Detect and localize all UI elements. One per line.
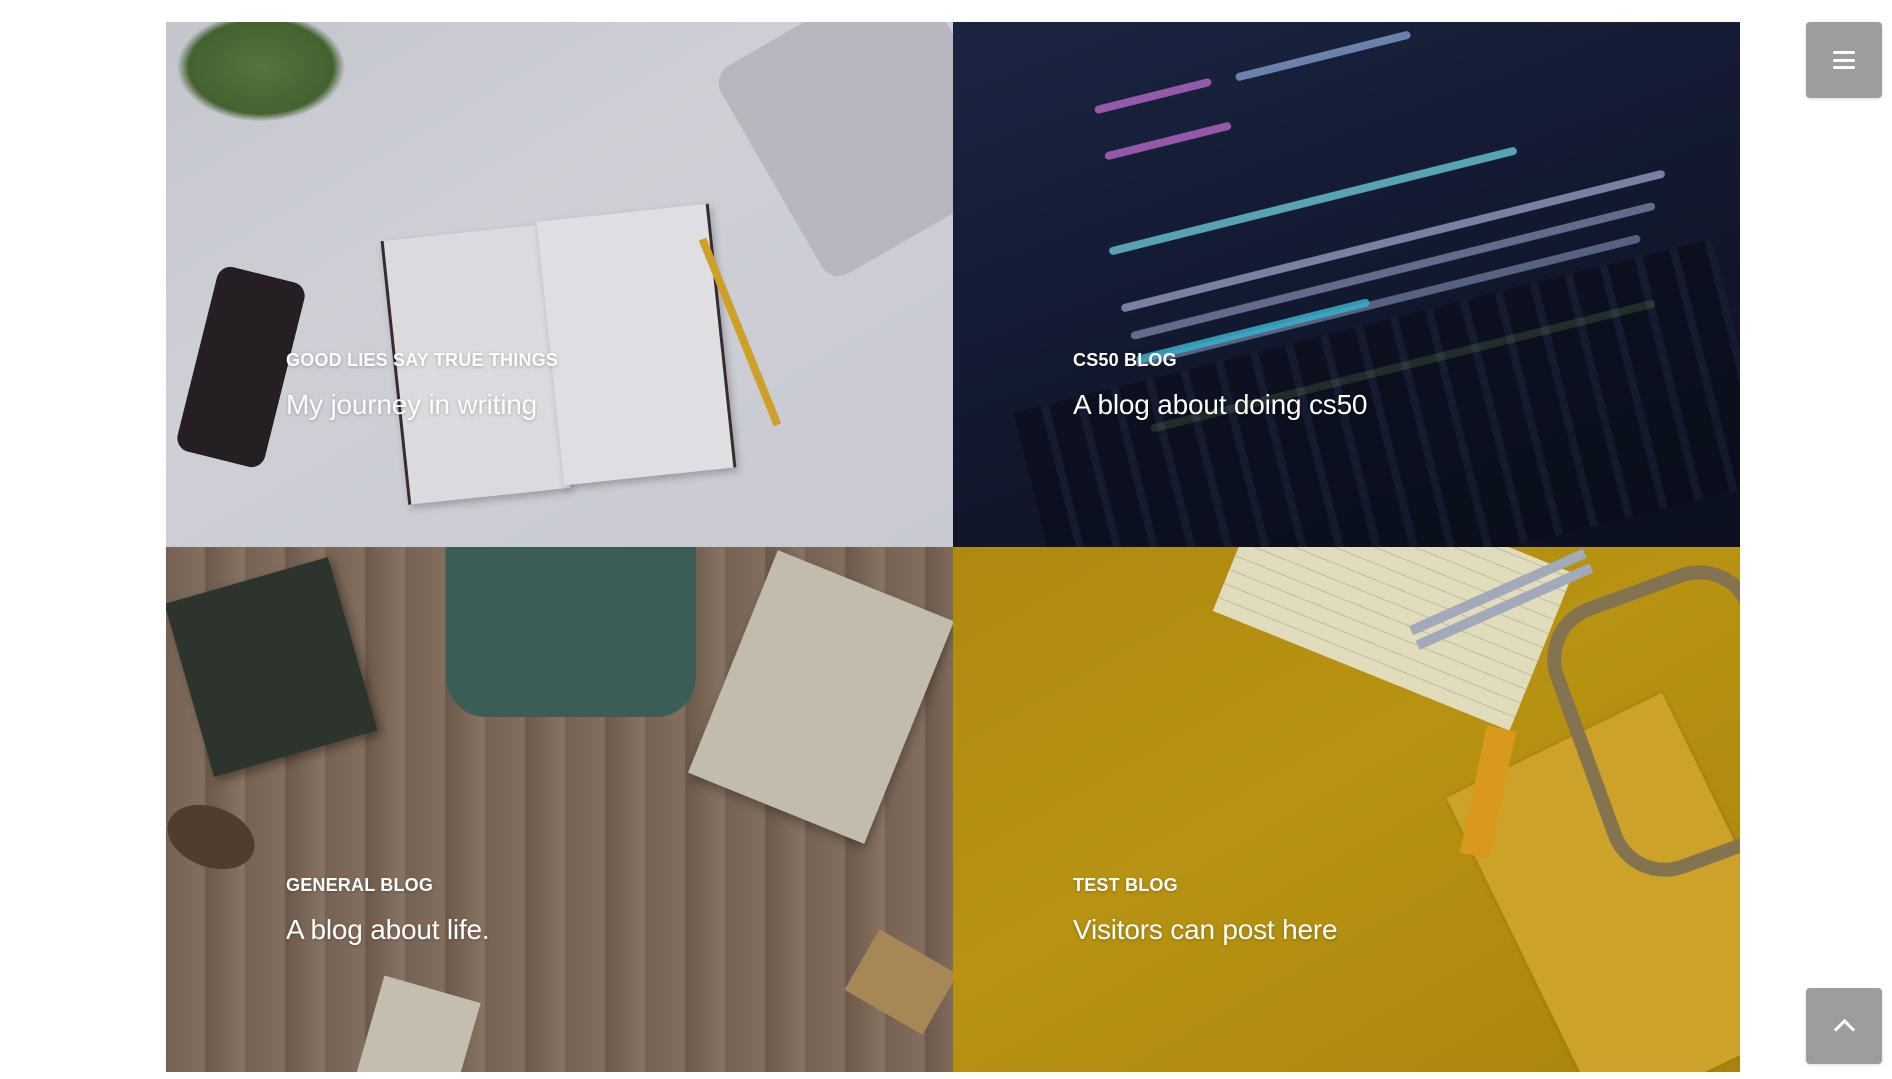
blog-title[interactable]: TEST BLOG xyxy=(1073,875,1700,896)
blog-title[interactable]: GENERAL BLOG xyxy=(286,875,913,896)
blog-subtitle: Visitors can post here xyxy=(1073,914,1338,945)
blog-card-text: GOOD LIES SAY TRUE THINGS My journey in … xyxy=(286,350,913,421)
blog-subtitle: A blog about doing cs50 xyxy=(1073,389,1368,420)
back-to-top-button[interactable] xyxy=(1806,988,1882,1064)
blog-listing-page: GOOD LIES SAY TRUE THINGS My journey in … xyxy=(0,0,1892,1079)
blog-card-test[interactable]: TEST BLOG Visitors can post here xyxy=(953,547,1740,1072)
blog-card-good-lies[interactable]: GOOD LIES SAY TRUE THINGS My journey in … xyxy=(166,22,953,547)
menu-button[interactable] xyxy=(1806,22,1882,98)
blog-card-text: CS50 BLOG A blog about doing cs50 xyxy=(1073,350,1700,421)
image-overlay xyxy=(953,547,1740,1072)
blog-card-text: GENERAL BLOG A blog about life. xyxy=(286,875,913,946)
hamburger-menu-icon xyxy=(1833,51,1855,69)
image-overlay xyxy=(166,22,953,547)
blog-subtitle: A blog about life. xyxy=(286,914,490,945)
blog-title[interactable]: GOOD LIES SAY TRUE THINGS xyxy=(286,350,913,371)
blog-card-cs50[interactable]: CS50 BLOG A blog about doing cs50 xyxy=(953,22,1740,547)
blog-card-text: TEST BLOG Visitors can post here xyxy=(1073,875,1700,946)
blog-grid: GOOD LIES SAY TRUE THINGS My journey in … xyxy=(166,22,1740,1072)
chevron-up-icon xyxy=(1833,1018,1855,1040)
blog-title[interactable]: CS50 BLOG xyxy=(1073,350,1700,371)
image-overlay xyxy=(166,547,953,1072)
blog-subtitle: My journey in writing xyxy=(286,389,537,420)
image-overlay xyxy=(953,22,1740,547)
blog-card-general[interactable]: GENERAL BLOG A blog about life. xyxy=(166,547,953,1072)
